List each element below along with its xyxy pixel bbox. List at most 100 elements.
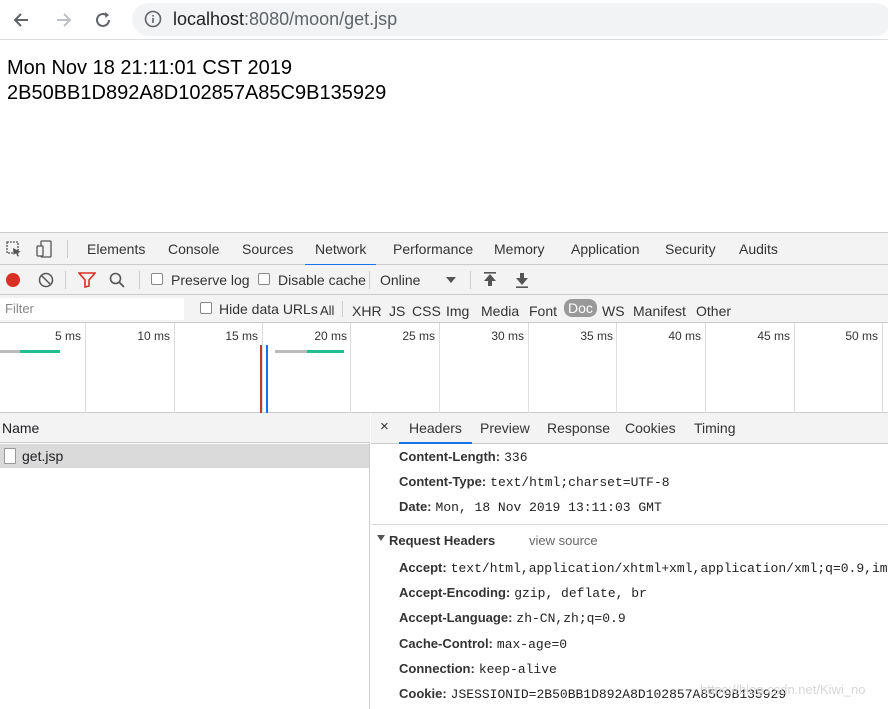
- timeline-tick-label: 10 ms: [137, 329, 170, 343]
- devtools-tabbar: Elements Console Sources Network Perform…: [0, 233, 888, 266]
- request-header-row: Accept-Encoding: gzip, deflate, br: [399, 585, 647, 601]
- tab-sources[interactable]: Sources: [242, 233, 293, 265]
- triangle-down-icon: [377, 535, 385, 541]
- filter-type-css[interactable]: CSS: [412, 303, 441, 319]
- divider: [470, 271, 471, 289]
- timeline-waiting-bar: [275, 350, 307, 353]
- name-column-header[interactable]: Name: [0, 413, 370, 443]
- tab-response[interactable]: Response: [547, 420, 610, 436]
- url-text: localhost:8080/moon/get.jsp: [173, 9, 397, 30]
- export-har-icon[interactable]: [515, 272, 529, 288]
- preserve-log-label: Preserve log: [171, 272, 250, 288]
- timeline-gridline: [882, 323, 883, 413]
- header-key: Connection:: [399, 661, 475, 676]
- tab-timing[interactable]: Timing: [694, 420, 736, 436]
- filter-type-xhr[interactable]: XHR: [352, 303, 382, 319]
- request-header-row: Cache-Control: max-age=0: [399, 636, 567, 652]
- throttling-select[interactable]: Online: [380, 272, 420, 288]
- filter-input[interactable]: Filter: [0, 298, 184, 320]
- filter-type-img[interactable]: Img: [446, 303, 469, 319]
- record-icon[interactable]: [5, 272, 21, 288]
- tab-cookies[interactable]: Cookies: [625, 420, 676, 436]
- network-timeline: 5 ms 10 ms 15 ms 20 ms 25 ms 30 ms 35 ms…: [0, 323, 888, 413]
- tab-memory[interactable]: Memory: [494, 233, 545, 265]
- info-icon[interactable]: [144, 10, 162, 28]
- header-key: Content-Length:: [399, 449, 501, 464]
- device-toolbar-icon[interactable]: [36, 240, 54, 258]
- timeline-tick-label: 35 ms: [580, 329, 613, 343]
- filter-type-other[interactable]: Other: [696, 303, 731, 319]
- search-icon[interactable]: [109, 272, 125, 288]
- filter-type-ws[interactable]: WS: [602, 303, 625, 319]
- timeline-gridline: [705, 323, 706, 413]
- request-row[interactable]: get.jsp: [0, 444, 369, 468]
- load-event-line: [260, 345, 262, 413]
- devtools-panel: Elements Console Sources Network Perform…: [0, 232, 888, 709]
- watermark-text: https://blog.csdn.net/Kiwi_no: [700, 682, 866, 697]
- header-value: 336: [504, 450, 528, 465]
- address-bar[interactable]: localhost:8080/moon/get.jsp: [132, 3, 888, 36]
- timeline-gridline: [439, 323, 440, 413]
- reload-button[interactable]: [91, 8, 115, 32]
- hide-data-urls-checkbox[interactable]: [200, 302, 212, 314]
- timeline-gridline: [528, 323, 529, 413]
- preserve-log-checkbox[interactable]: [151, 273, 163, 285]
- forward-arrow-icon: [57, 13, 72, 27]
- tab-headers[interactable]: Headers: [399, 420, 472, 444]
- filter-type-manifest[interactable]: Manifest: [633, 303, 686, 319]
- back-arrow-icon: [13, 13, 28, 27]
- clear-icon[interactable]: [38, 272, 54, 288]
- filter-type-doc[interactable]: Doc: [564, 299, 597, 317]
- header-key: Cache-Control:: [399, 636, 493, 651]
- close-icon[interactable]: ×: [380, 418, 389, 435]
- inspect-element-icon[interactable]: [6, 241, 22, 257]
- response-header-row: Date: Mon, 18 Nov 2019 13:11:03 GMT: [399, 499, 662, 515]
- filter-icon[interactable]: [78, 272, 96, 288]
- header-value: text/html,application/xhtml+xml,applicat…: [450, 561, 888, 576]
- divider: [369, 271, 370, 289]
- filter-type-font[interactable]: Font: [529, 303, 557, 319]
- header-key: Date:: [399, 499, 432, 514]
- disable-cache-checkbox[interactable]: [258, 273, 270, 285]
- forward-button[interactable]: [51, 8, 75, 32]
- header-key: Content-Type:: [399, 474, 487, 489]
- filter-type-media[interactable]: Media: [481, 303, 519, 319]
- back-button[interactable]: [10, 8, 34, 32]
- chevron-down-icon[interactable]: [446, 277, 456, 283]
- tab-performance[interactable]: Performance: [393, 233, 473, 265]
- tab-security[interactable]: Security: [665, 233, 716, 265]
- header-key: Accept-Language:: [399, 610, 513, 625]
- tab-elements[interactable]: Elements: [87, 233, 145, 265]
- request-name: get.jsp: [22, 448, 64, 464]
- filter-type-all[interactable]: All: [320, 303, 334, 318]
- timeline-tick-label: 30 ms: [491, 329, 524, 343]
- reload-icon: [96, 12, 110, 27]
- tab-console[interactable]: Console: [168, 233, 219, 265]
- request-details: × Headers Preview Response Cookies Timin…: [371, 413, 888, 709]
- tab-audits[interactable]: Audits: [739, 233, 778, 265]
- view-source-link[interactable]: view source: [529, 533, 598, 548]
- network-toolbar: Preserve log Disable cache Online: [0, 265, 888, 295]
- timeline-tick-label: 50 ms: [845, 329, 878, 343]
- divider: [67, 240, 68, 258]
- import-har-icon[interactable]: [483, 272, 497, 288]
- request-header-row: Connection: keep-alive: [399, 661, 557, 677]
- timeline-gridline: [174, 323, 175, 413]
- session-id-text: 2B50BB1D892A8D102857A85C9B135929: [7, 82, 387, 104]
- divider: [342, 301, 343, 317]
- filter-type-js[interactable]: JS: [389, 303, 405, 319]
- url-path: :8080/moon/get.jsp: [244, 9, 398, 29]
- timeline-gridline: [262, 323, 263, 413]
- timeline-gridline: [794, 323, 795, 413]
- tab-preview[interactable]: Preview: [480, 420, 530, 436]
- disable-cache-label: Disable cache: [278, 272, 366, 288]
- request-header-row: Accept-Language: zh-CN,zh;q=0.9: [399, 610, 626, 626]
- request-headers-section[interactable]: Request Headers view source: [371, 524, 888, 554]
- request-headers-title: Request Headers: [389, 533, 496, 548]
- request-header-row: Accept: text/html,application/xhtml+xml,a…: [399, 560, 888, 576]
- tab-application[interactable]: Application: [571, 233, 640, 265]
- tab-network[interactable]: Network: [304, 233, 377, 266]
- browser-toolbar: localhost:8080/moon/get.jsp: [0, 0, 888, 40]
- header-value: keep-alive: [478, 662, 557, 677]
- timeline-download-bar: [20, 350, 60, 353]
